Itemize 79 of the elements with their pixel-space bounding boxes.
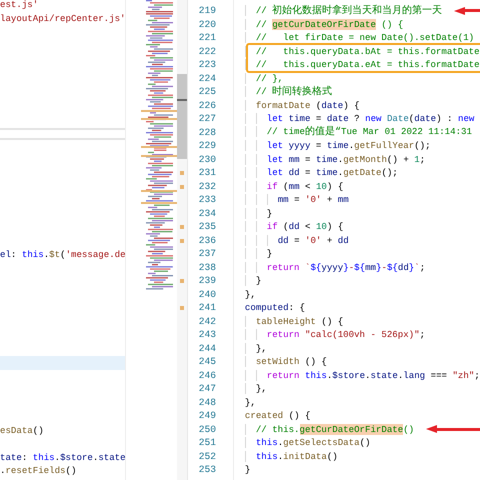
line-number: 219 [198, 4, 217, 18]
line-number: 237 [198, 247, 217, 260]
line-number: 240 [198, 288, 217, 301]
line-number: 241 [198, 301, 217, 314]
line-number: 245 [198, 355, 217, 368]
line-number: 244 [198, 342, 217, 355]
code-line: tableHeight () { [234, 314, 344, 328]
code-line: } [234, 274, 262, 288]
line-number: 235 [198, 220, 217, 234]
line-number: 248 [198, 396, 217, 409]
line-number: 222 [198, 44, 217, 58]
line-number: 229 [198, 139, 217, 152]
code-line: this.getSelectsData() [234, 436, 370, 450]
code-line: est.js' [0, 0, 38, 12]
line-number: 230 [198, 152, 217, 166]
line-number: 224 [198, 72, 217, 85]
code-line: return this.$store.state.lang === "zh"; [234, 368, 480, 382]
code-line: let time = date ? new Date(date) : new [234, 112, 474, 126]
code-line: // time的值是“Tue Mar 01 2022 11:14:31 [234, 125, 472, 140]
line-number: 239 [198, 274, 217, 288]
code-line: // let firDate = new Date().setDate(1) [234, 31, 474, 44]
code-line: // this.queryData.bAt = this.formatDate [234, 44, 480, 58]
line-number: 253 [198, 463, 217, 476]
code-line: }, [234, 382, 267, 396]
code-line: }, [234, 342, 267, 355]
code-line: let yyyy = time.getFullYear(); [234, 139, 431, 152]
line-number: 236 [198, 234, 217, 247]
line-number: 233 [198, 193, 217, 206]
code-line: .resetFields() [0, 464, 76, 478]
code-line: } [234, 247, 272, 260]
line-number: 232 [198, 180, 217, 193]
code-line: return `${yyyy}-${mm}-${dd}`; [234, 260, 426, 274]
line-number: 252 [198, 450, 217, 463]
code-line: setWidth () { [234, 355, 327, 368]
line-number: 231 [198, 166, 217, 180]
code-line: if (mm < 10) { [234, 180, 344, 193]
line-number: 242 [198, 314, 217, 328]
line-number: 225 [198, 85, 217, 98]
code-line: } [234, 206, 272, 220]
code-line: dd = '0' + dd [234, 234, 349, 247]
code-line: // }, [234, 72, 284, 85]
line-number: 223 [198, 58, 217, 72]
code-line: // getCurDateOrFirDate () { [234, 18, 404, 31]
scrollbar-thumb[interactable] [177, 74, 187, 159]
line-number: 226 [198, 98, 217, 112]
code-line: // 初始化数据时拿到当天和当月的第一天 [234, 4, 442, 18]
line-number: 243 [198, 328, 217, 342]
code-line: } [244, 463, 250, 476]
code-line: el: this.$t('message.de [0, 248, 125, 262]
line-number: 227 [198, 112, 217, 126]
code-line: layoutApi/repCenter.js' [0, 12, 125, 25]
code-line: }, [244, 396, 256, 409]
line-number: 234 [198, 206, 217, 220]
line-number: 238 [198, 260, 217, 274]
code-line: esData() [0, 424, 44, 437]
line-number: 250 [198, 422, 217, 436]
code-line: let dd = time.getDate(); [234, 166, 398, 180]
code-line: }, [244, 288, 256, 301]
cursor-marker [177, 99, 187, 101]
line-number: 221 [198, 31, 217, 44]
minimap-drawing[interactable] [141, 0, 177, 290]
code-line: if (dd < 10) { [234, 220, 344, 234]
line-number: 228 [198, 126, 217, 139]
code-line: // 时间转换格式 [234, 84, 332, 99]
code-line: mm = '0' + mm [234, 193, 349, 206]
line-number: 251 [198, 436, 217, 450]
line-number: 220 [198, 18, 217, 31]
code-line: // this.queryData.eAt = this.formatDate [234, 58, 480, 72]
code-line: this.initData() [234, 450, 338, 463]
code-line: let mm = time.getMonth() + 1; [234, 152, 426, 166]
code-line: computed: { [244, 301, 305, 314]
line-number: 249 [198, 409, 217, 422]
code-line: return "calc(100vh - 526px)"; [234, 328, 426, 342]
line-number: 246 [198, 368, 217, 382]
line-number: 247 [198, 382, 217, 396]
code-line: formatDate (date) { [234, 98, 360, 112]
code-line: created () { [244, 409, 310, 422]
code-line: // this.getCurDateOrFirDate() [234, 422, 414, 436]
code-line: tate: this.$store.state [0, 450, 125, 464]
